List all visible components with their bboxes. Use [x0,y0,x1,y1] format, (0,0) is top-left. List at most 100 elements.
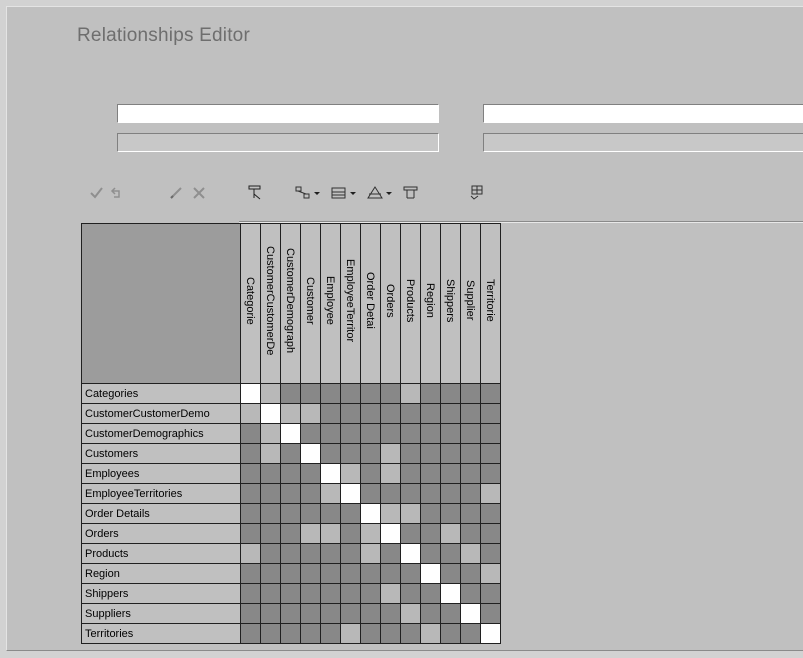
relationship-cell[interactable] [320,463,341,484]
relationship-cell[interactable] [420,503,441,524]
relationship-cell[interactable] [460,443,481,464]
relationship-cell[interactable] [360,503,381,524]
relationship-cell[interactable] [440,423,461,444]
row-header[interactable]: CustomerCustomerDemo [81,403,241,424]
relationship-cell[interactable] [340,403,361,424]
relationship-cell[interactable] [480,443,501,464]
relationship-cell[interactable] [300,563,321,584]
relationship-cell[interactable] [480,583,501,604]
child-table-field[interactable] [483,104,803,123]
column-header[interactable]: Orders [380,223,401,384]
relationship-cell[interactable] [260,503,281,524]
relationship-cell[interactable] [260,423,281,444]
relationship-cell[interactable] [300,523,321,544]
relationship-cell[interactable] [420,463,441,484]
relationship-cell[interactable] [320,443,341,464]
relationship-cell[interactable] [380,603,401,624]
relation-type-button[interactable] [293,183,313,203]
relationship-cell[interactable] [300,583,321,604]
relationship-cell[interactable] [480,523,501,544]
relationship-cell[interactable] [260,383,281,404]
row-header[interactable]: EmployeeTerritories [81,483,241,504]
relationship-cell[interactable] [340,583,361,604]
relationship-cell[interactable] [480,423,501,444]
relationship-cell[interactable] [380,443,401,464]
relationship-cell[interactable] [340,383,361,404]
relationship-cell[interactable] [380,523,401,544]
relationship-cell[interactable] [480,403,501,424]
auto-layout-button[interactable] [467,183,487,203]
relationship-cell[interactable] [440,463,461,484]
relationship-cell[interactable] [440,623,461,644]
relationship-cell[interactable] [400,503,421,524]
relationship-cell[interactable] [240,603,261,624]
relationship-cell[interactable] [420,383,441,404]
relationship-cell[interactable] [260,583,281,604]
relationship-cell[interactable] [300,403,321,424]
relationship-cell[interactable] [240,423,261,444]
relationship-cell[interactable] [360,483,381,504]
relationship-cell[interactable] [320,523,341,544]
apply-button[interactable] [87,183,107,203]
relationship-cell[interactable] [400,383,421,404]
relationship-cell[interactable] [360,563,381,584]
relationship-cell[interactable] [320,603,341,624]
relationship-cell[interactable] [420,423,441,444]
relationship-cell[interactable] [440,563,461,584]
relationship-cell[interactable] [360,603,381,624]
row-header[interactable]: Region [81,563,241,584]
relationship-cell[interactable] [400,403,421,424]
relationship-cell[interactable] [280,563,301,584]
sort-button[interactable] [365,183,385,203]
relationship-cell[interactable] [420,583,441,604]
column-header[interactable]: Territorie [480,223,501,384]
relationship-cell[interactable] [460,623,481,644]
column-header[interactable]: Supplier [460,223,481,384]
relationship-cell[interactable] [300,623,321,644]
relationship-cell[interactable] [460,503,481,524]
relationship-cell[interactable] [240,503,261,524]
relationship-cell[interactable] [280,623,301,644]
relationship-cell[interactable] [360,423,381,444]
relationship-cell[interactable] [320,623,341,644]
relationship-cell[interactable] [360,543,381,564]
relationship-cell[interactable] [280,543,301,564]
row-header[interactable]: Employees [81,463,241,484]
relationship-cell[interactable] [340,463,361,484]
column-header[interactable]: Categorie [240,223,261,384]
relationship-cell[interactable] [460,483,481,504]
relation-type-dropdown[interactable] [314,192,320,195]
relationship-cell[interactable] [440,523,461,544]
row-header[interactable]: Shippers [81,583,241,604]
relationship-cell[interactable] [380,563,401,584]
relationship-cell[interactable] [400,483,421,504]
relationship-cell[interactable] [480,483,501,504]
relationship-cell[interactable] [320,383,341,404]
relationship-cell[interactable] [340,483,361,504]
column-header[interactable]: Customer [300,223,321,384]
relationship-cell[interactable] [260,603,281,624]
relationship-cell[interactable] [480,463,501,484]
relationship-cell[interactable] [240,563,261,584]
relationship-cell[interactable] [240,443,261,464]
relationship-cell[interactable] [320,503,341,524]
relationship-cell[interactable] [440,403,461,424]
relationship-cell[interactable] [260,443,281,464]
relationship-cell[interactable] [460,523,481,544]
relationship-cell[interactable] [340,563,361,584]
relationship-cell[interactable] [420,543,441,564]
relationship-cell[interactable] [460,563,481,584]
relationship-cell[interactable] [380,583,401,604]
sort-dropdown[interactable] [386,192,392,195]
relationship-cell[interactable] [440,383,461,404]
relationship-cell[interactable] [460,583,481,604]
relationship-cell[interactable] [480,503,501,524]
relationship-cell[interactable] [480,623,501,644]
relationship-cell[interactable] [340,543,361,564]
relationship-cell[interactable] [280,483,301,504]
relationship-cell[interactable] [400,563,421,584]
relationship-cell[interactable] [400,623,421,644]
relationship-cell[interactable] [280,603,301,624]
relationship-cell[interactable] [440,603,461,624]
relationship-cell[interactable] [420,563,441,584]
